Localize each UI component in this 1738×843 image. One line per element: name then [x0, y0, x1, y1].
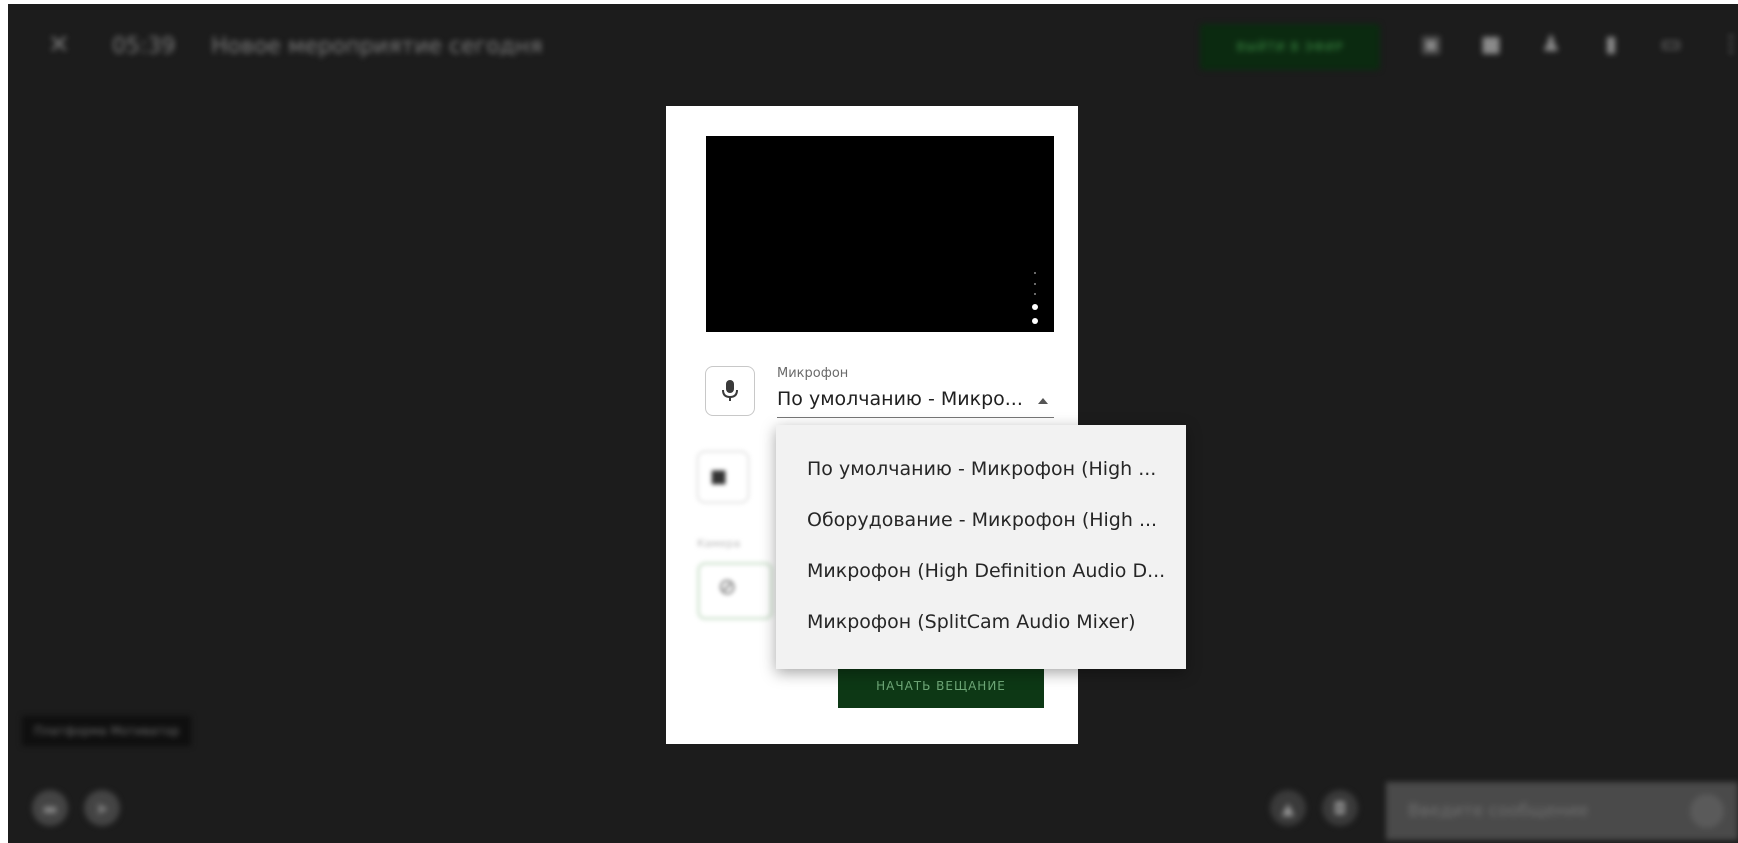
chat-bubbles-icon[interactable]: ▣	[1418, 32, 1444, 57]
dropdown-option[interactable]: Микрофон (High Definition Audio D...	[776, 546, 1186, 597]
camera-icon: ■	[710, 466, 728, 487]
event-title: Новое мероприятие сегодня	[211, 34, 543, 59]
camera-off-icon: ⊘	[718, 575, 737, 600]
camera-preview	[706, 136, 1054, 332]
close-button[interactable]: ✕	[48, 30, 70, 60]
camera-off-toggle[interactable]: ⊘	[697, 562, 773, 620]
microphone-toggle[interactable]	[705, 366, 755, 416]
camera-section-label: Камера	[697, 537, 741, 550]
dropdown-option[interactable]: Оборудование - Микрофон (High ...	[776, 495, 1186, 546]
warning-icon[interactable]: ▲	[1270, 790, 1306, 826]
toolbar-icons: ▣ ■ ♟ ▮ ▭ ⋮	[1418, 32, 1738, 57]
dropdown-option[interactable]: По умолчанию - Микрофон (High ...	[776, 444, 1186, 495]
comments-icon[interactable]: ■	[1478, 32, 1504, 57]
caret-up-icon	[1038, 398, 1048, 404]
microphone-select[interactable]: По умолчанию - Микро...	[777, 386, 1054, 418]
go-live-button[interactable]: ВЫЙТИ В ЭФИР	[1200, 24, 1380, 70]
top-bar: ✕ 05:39 Новое мероприятие сегодня ВЫЙТИ …	[8, 4, 1738, 84]
start-broadcast-button[interactable]: НАЧАТЬ ВЕЩАНИЕ	[838, 664, 1044, 708]
preview-menu-icon[interactable]	[1030, 272, 1040, 324]
message-input[interactable]: Введите сообщение	[1386, 782, 1738, 840]
more-vertical-icon[interactable]: ⋮	[1718, 32, 1738, 57]
send-icon[interactable]: ➤	[84, 790, 120, 826]
document-icon[interactable]: ▮	[1598, 32, 1624, 57]
message-send-icon[interactable]	[1690, 794, 1724, 828]
keyboard-icon[interactable]: ▭	[1658, 32, 1684, 57]
platform-label: Платформа Мотиватор	[22, 716, 192, 746]
screen-icon[interactable]: ▬	[32, 790, 68, 826]
message-placeholder: Введите сообщение	[1408, 801, 1589, 821]
microphone-label: Микрофон	[777, 366, 849, 381]
microphone-selected-value: По умолчанию - Микро...	[777, 388, 1023, 410]
window-icon[interactable]: ◘	[1322, 790, 1358, 826]
user-icon[interactable]: ♟	[1538, 32, 1564, 57]
microphone-icon	[722, 380, 738, 401]
event-timer: 05:39	[112, 34, 176, 59]
dropdown-option[interactable]: Микрофон (SplitCam Audio Mixer)	[776, 597, 1186, 648]
microphone-dropdown: По умолчанию - Микрофон (High ... Оборуд…	[776, 425, 1186, 669]
camera-toggle[interactable]: ■	[697, 451, 749, 503]
